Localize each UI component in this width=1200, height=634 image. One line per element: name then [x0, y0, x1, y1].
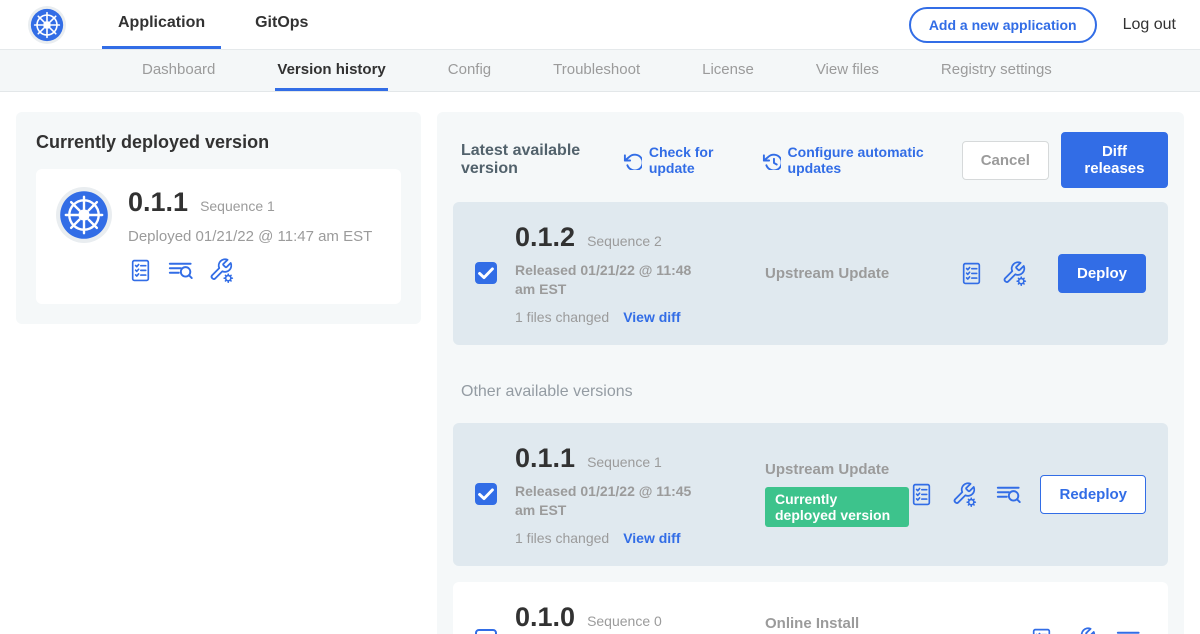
tab-license[interactable]: License [700, 50, 756, 91]
diff-select-checkbox[interactable] [475, 483, 497, 505]
tab-application[interactable]: Application [102, 0, 221, 49]
configure-automatic-updates-link[interactable]: Configure automatic updates [762, 144, 932, 176]
edit-config-icon[interactable] [1001, 260, 1028, 287]
latest-version-header: Latest available version Check for updat… [453, 128, 1168, 202]
kubernetes-app-icon [56, 187, 112, 243]
version-source-label: Upstream Update [765, 461, 909, 478]
sequence-label: Sequence 2 [587, 233, 662, 249]
tab-config[interactable]: Config [446, 50, 493, 91]
edit-config-icon[interactable] [208, 257, 235, 284]
released-timestamp: Released 01/21/22 @ 11:48 am EST [515, 261, 705, 299]
tab-registry-settings[interactable]: Registry settings [939, 50, 1054, 91]
files-changed-label: 1 files changed [515, 530, 609, 546]
currently-deployed-panel: Currently deployed version 0.1.1 Sequenc… [16, 112, 421, 324]
deployed-version-number: 0.1.1 [128, 187, 188, 218]
view-config-icon[interactable] [1071, 626, 1098, 634]
top-nav: Application GitOps Add a new application… [0, 0, 1200, 50]
app-sub-nav: Dashboard Version history Config Trouble… [0, 50, 1200, 92]
main-content: Currently deployed version 0.1.1 Sequenc… [0, 92, 1200, 634]
preflight-checks-icon[interactable] [959, 261, 984, 286]
currently-deployed-badge: Currently deployed version [765, 487, 909, 527]
diff-select-checkbox[interactable] [475, 629, 497, 634]
deployed-version-card: 0.1.1 Sequence 1 Deployed 01/21/22 @ 11:… [36, 169, 401, 304]
diff-releases-button[interactable]: Diff releases [1061, 132, 1168, 188]
latest-version-title: Latest available version [461, 142, 601, 178]
currently-deployed-title: Currently deployed version [36, 132, 401, 153]
tab-dashboard[interactable]: Dashboard [140, 50, 217, 91]
preflight-checks-icon[interactable] [128, 258, 153, 283]
tab-gitops[interactable]: GitOps [239, 0, 324, 49]
view-diff-link[interactable]: View diff [623, 530, 680, 546]
deployed-sequence-label: Sequence 1 [200, 198, 275, 214]
schedule-update-icon [762, 151, 781, 170]
version-source-label: Upstream Update [765, 265, 959, 282]
version-row-0-1-0: 0.1.0 Sequence 0 Released 01/20/22 @ 03:… [453, 582, 1168, 634]
redeploy-button[interactable]: Redeploy [1040, 475, 1146, 514]
kubernetes-logo-icon [28, 6, 66, 44]
tab-troubleshoot[interactable]: Troubleshoot [551, 50, 642, 91]
version-row-0-1-2: 0.1.2 Sequence 2 Released 01/21/22 @ 11:… [453, 202, 1168, 345]
version-number: 0.1.2 [515, 222, 575, 253]
version-history-panel: Latest available version Check for updat… [437, 112, 1184, 634]
edit-config-icon[interactable] [951, 481, 978, 508]
version-number: 0.1.0 [515, 602, 575, 633]
version-row-0-1-1: 0.1.1 Sequence 1 Released 01/21/22 @ 11:… [453, 423, 1168, 566]
add-new-application-button[interactable]: Add a new application [909, 7, 1097, 43]
deployed-timestamp: Deployed 01/21/22 @ 11:47 am EST [128, 228, 372, 245]
sequence-label: Sequence 0 [587, 613, 662, 629]
preflight-checks-icon[interactable] [1029, 627, 1054, 634]
files-changed-label: 1 files changed [515, 309, 609, 325]
deploy-logs-icon[interactable] [167, 257, 194, 284]
deploy-logs-icon[interactable] [995, 481, 1022, 508]
app-nav-tabs: Application GitOps [102, 0, 342, 49]
version-source-label: Online Install [765, 615, 1029, 632]
tab-version-history[interactable]: Version history [275, 50, 387, 91]
tab-view-files[interactable]: View files [814, 50, 881, 91]
deploy-button[interactable]: Deploy [1058, 254, 1146, 293]
check-for-update-link[interactable]: Check for update [623, 144, 732, 176]
logout-button[interactable]: Log out [1123, 16, 1176, 34]
other-versions-heading: Other available versions [461, 383, 1168, 401]
diff-select-checkbox[interactable] [475, 262, 497, 284]
view-diff-link[interactable]: View diff [623, 309, 680, 325]
refresh-icon [623, 151, 642, 170]
preflight-checks-icon[interactable] [909, 482, 934, 507]
sequence-label: Sequence 1 [587, 454, 662, 470]
cancel-button[interactable]: Cancel [962, 141, 1049, 180]
version-number: 0.1.1 [515, 443, 575, 474]
released-timestamp: Released 01/21/22 @ 11:45 am EST [515, 482, 705, 520]
deploy-logs-icon[interactable] [1115, 626, 1142, 634]
